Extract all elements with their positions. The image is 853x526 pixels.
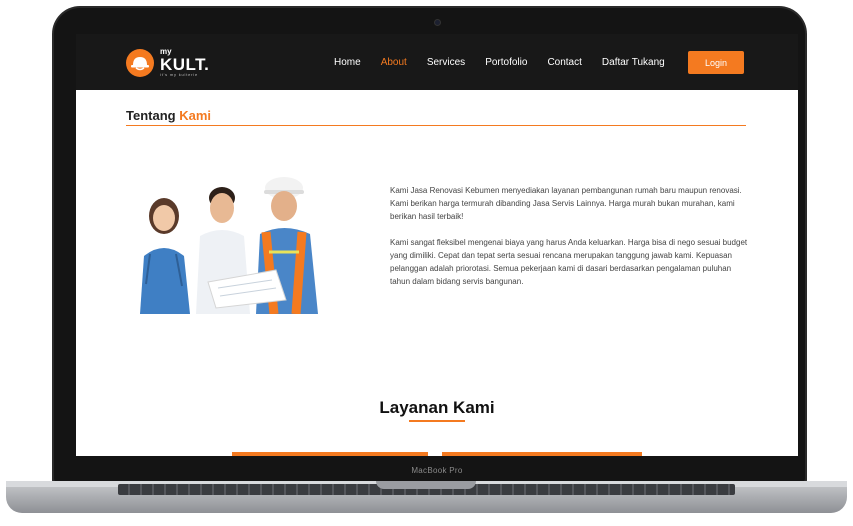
team-workers-illustration (140, 177, 318, 314)
login-button[interactable]: Login (688, 51, 744, 74)
nav-item-daftar-tukang[interactable]: Daftar Tukang (602, 57, 665, 68)
nav-item-services[interactable]: Services (427, 57, 465, 68)
about-title-prefix: Tentang (126, 108, 176, 123)
about-paragraph-2: Kami sangat fleksibel mengenai biaya yan… (390, 238, 748, 286)
camera-icon (435, 20, 440, 25)
about-divider (126, 125, 746, 126)
navbar: my KULT. it's my kulterie Home About Ser… (76, 34, 798, 90)
logo-brand: KULT. (160, 55, 210, 74)
services-underline (409, 420, 465, 422)
about-paragraph-1: Kami Jasa Renovasi Kebumen menyediakan l… (390, 186, 742, 221)
helmet-logo-icon (126, 48, 154, 77)
nav-item-about[interactable]: About (381, 57, 407, 68)
services-title: Layanan Kami (379, 398, 495, 417)
about-title-accent: Kami (179, 108, 212, 123)
nav-item-portofolio[interactable]: Portofolio (485, 57, 527, 68)
device-label: MacBook Pro (411, 466, 463, 475)
website-screen: my KULT. it's my kulterie Home About Ser… (76, 34, 798, 456)
laptop-mockup: my KULT. it's my kulterie Home About Ser… (0, 0, 853, 526)
logo[interactable]: my KULT. it's my kulterie (126, 48, 209, 77)
nav-item-contact[interactable]: Contact (547, 57, 581, 68)
about-title: Tentang Kami (126, 108, 211, 123)
laptop-notch (376, 481, 476, 489)
nav-menu: Home About Services Portofolio Contact D… (334, 57, 685, 68)
service-card-1-top (232, 452, 428, 456)
nav-item-home[interactable]: Home (334, 57, 361, 68)
service-card-2-top (442, 452, 642, 456)
about-description: Kami Jasa Renovasi Kebumen menyediakan l… (390, 184, 752, 301)
